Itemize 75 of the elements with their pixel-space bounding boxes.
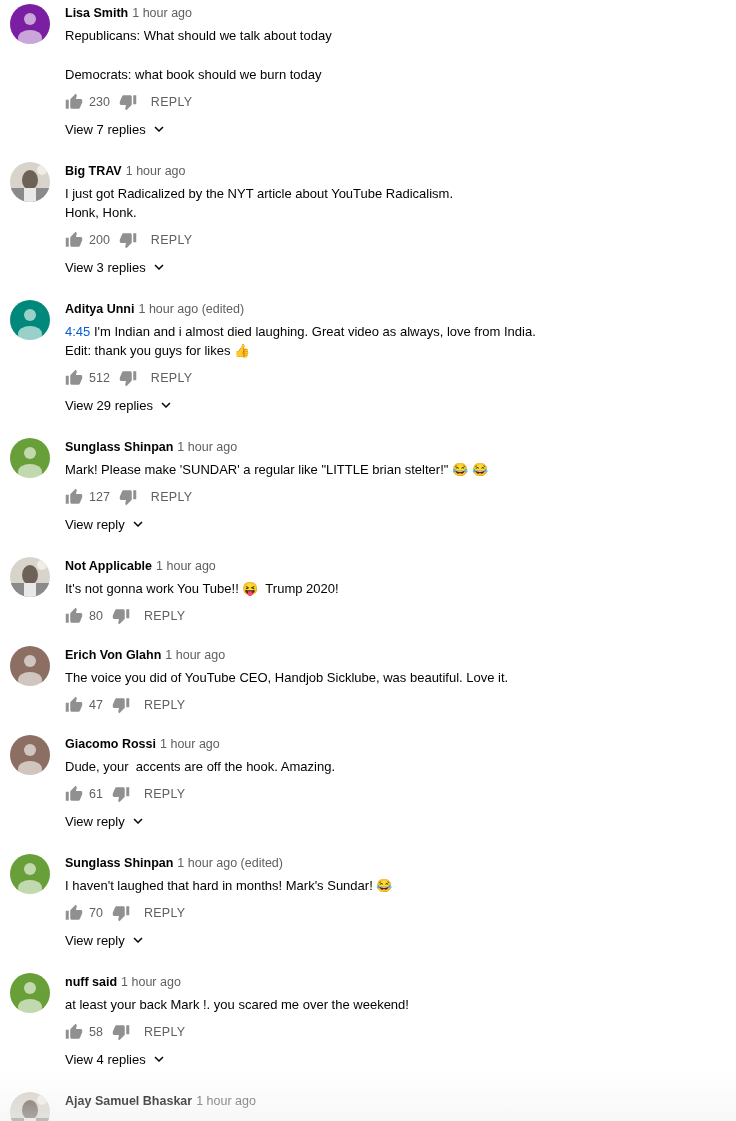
like-icon[interactable] (65, 607, 83, 625)
reply-button[interactable]: REPLY (129, 906, 186, 920)
comment-text: Mark! Please make 'SUNDAR' a regular like "LITTLE brian stelter!" 😂 😂 (65, 461, 488, 479)
like-icon[interactable] (65, 785, 83, 803)
like-icon[interactable] (65, 231, 83, 249)
like-icon[interactable] (65, 488, 83, 506)
comment-time[interactable]: 1 hour ago (edited) (177, 854, 283, 872)
comment-text: The voice you did of YouTube CEO, Handjob Sicklube, was beautiful. Love it. (65, 669, 509, 687)
comment-text: Republicans: What should we talk about today (65, 27, 332, 45)
dislike-icon[interactable] (111, 904, 130, 922)
author-name[interactable]: Ajay Samuel Bhaskar (65, 1092, 193, 1110)
like-count: 512 (89, 371, 110, 385)
reply-button[interactable]: REPLY (136, 233, 193, 247)
comment-time[interactable]: 1 hour ago (156, 557, 216, 575)
view-replies-button[interactable]: View 4 replies (65, 1049, 409, 1069)
like-count: 200 (89, 233, 110, 247)
author-name[interactable]: Lisa Smith (65, 4, 129, 22)
like-count: 58 (89, 1025, 103, 1039)
dislike-icon[interactable] (111, 785, 130, 803)
view-replies-button[interactable]: View reply (65, 930, 393, 950)
comment-time[interactable]: 1 hour ago (132, 4, 192, 22)
author-name[interactable]: Giacomo Rossi (65, 735, 156, 753)
comment-text: Dude, your accents are off the hook. Amazing. (65, 758, 336, 776)
reply-button[interactable]: REPLY (136, 490, 193, 504)
like-icon[interactable] (65, 1023, 83, 1041)
view-replies-button[interactable]: View 29 replies (65, 395, 536, 415)
author-name[interactable]: Sunglass Shinpan (65, 438, 174, 456)
like-count: 47 (89, 698, 103, 712)
comment-text: I just got Radicalized by the NYT article about YouTube Radicalism. (65, 185, 454, 203)
view-replies-button[interactable]: View 3 replies (65, 257, 454, 277)
like-icon[interactable] (65, 369, 83, 387)
author-name[interactable]: Sunglass Shinpan (65, 854, 174, 872)
comment-text: Democrats: what book should we burn today (65, 66, 323, 84)
reply-button[interactable]: REPLY (129, 787, 186, 801)
dislike-icon[interactable] (118, 369, 137, 387)
reply-button[interactable]: REPLY (129, 609, 186, 623)
comment-time[interactable]: 1 hour ago (125, 162, 186, 180)
like-count: 70 (89, 906, 103, 920)
dislike-icon[interactable] (118, 231, 137, 249)
author-name[interactable]: Aditya Unni (65, 300, 135, 318)
comment-text: It's not gonna work You Tube!! 😝 Trump 2020! (65, 580, 339, 598)
like-icon[interactable] (65, 93, 83, 111)
author-name[interactable]: Not Applicable (65, 557, 153, 575)
comment-time[interactable]: 1 hour ago (121, 973, 181, 991)
dislike-icon[interactable] (111, 607, 130, 625)
comment-time[interactable]: 1 hour ago (165, 646, 226, 664)
comment-time[interactable]: 1 hour ago (177, 438, 238, 456)
reply-button[interactable]: REPLY (129, 698, 186, 712)
view-replies-button[interactable]: View 7 replies (65, 119, 332, 139)
dislike-icon[interactable] (111, 1023, 130, 1041)
like-count: 80 (89, 609, 103, 623)
comment-text: I haven't laughed that hard in months! Mark's Sundar! 😂 (65, 877, 393, 895)
author-name[interactable]: nuff said (65, 973, 118, 991)
timestamp-link[interactable]: 4:45 (65, 324, 91, 339)
like-count: 61 (89, 787, 103, 801)
like-count: 230 (89, 95, 110, 109)
reply-button[interactable]: REPLY (136, 95, 193, 109)
comment-text: at least your back Mark !. you scared me over the weekend! (65, 996, 409, 1014)
comment-time[interactable]: 1 hour ago (160, 735, 220, 753)
comment-time[interactable]: 1 hour ago (edited) (138, 300, 245, 318)
comment-text: Edit: thank you guys for likes 👍 (65, 342, 252, 360)
author-name[interactable]: Big TRAV (65, 162, 122, 180)
dislike-icon[interactable] (118, 488, 137, 506)
dislike-icon[interactable] (111, 696, 130, 714)
like-icon[interactable] (65, 904, 83, 922)
reply-button[interactable]: REPLY (136, 371, 193, 385)
author-name[interactable]: Erich Von Glahn (65, 646, 162, 664)
reply-button[interactable]: REPLY (129, 1025, 186, 1039)
view-replies-button[interactable]: View reply (65, 514, 488, 534)
view-replies-button[interactable]: View reply (65, 811, 336, 831)
like-icon[interactable] (65, 696, 83, 714)
like-count: 127 (89, 490, 110, 504)
comment-text: 4:45 I'm Indian and i almost died laughing. Great video as always, love from India. (65, 323, 536, 341)
comment-text: Honk, Honk. (65, 204, 138, 222)
dislike-icon[interactable] (118, 93, 137, 111)
